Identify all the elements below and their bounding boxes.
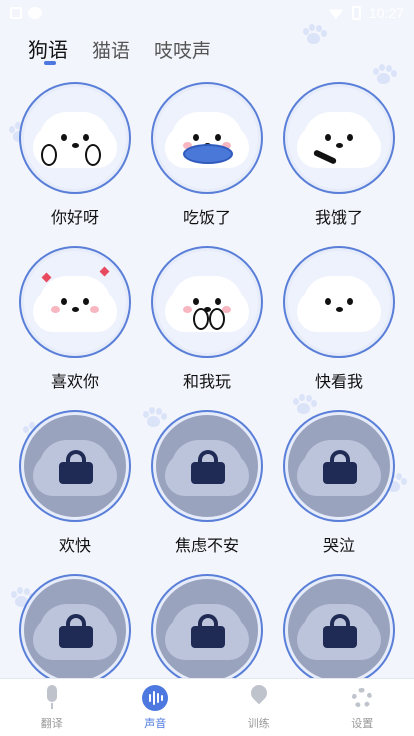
dog-avatar xyxy=(151,82,263,194)
dog-avatar xyxy=(19,82,131,194)
sound-label: 我饿了 xyxy=(314,208,363,227)
nav-label: 设置 xyxy=(351,716,374,730)
location-pin-icon xyxy=(246,681,272,711)
dog-avatar xyxy=(283,246,395,358)
active-tab-indicator xyxy=(44,61,56,65)
sound-item-hello[interactable]: 你好呀 xyxy=(15,82,135,228)
dog-avatar xyxy=(151,246,263,358)
tab-label: 猫语 xyxy=(92,40,131,62)
dog-paw-icon xyxy=(85,144,101,166)
sound-item-like-you[interactable]: 喜欢你 xyxy=(15,246,135,392)
sound-item-hungry[interactable]: 我饿了 xyxy=(279,82,399,228)
app-paw-icon xyxy=(28,7,42,19)
notification-icon xyxy=(10,7,22,19)
lock-icon xyxy=(59,614,93,648)
sound-item-locked[interactable] xyxy=(15,574,135,686)
dog-avatar xyxy=(19,574,131,686)
lock-icon xyxy=(323,450,357,484)
sound-item-locked[interactable] xyxy=(147,574,267,686)
dog-avatar xyxy=(283,82,395,194)
status-bar: 10:27 xyxy=(0,0,414,26)
sound-item-locked[interactable] xyxy=(279,574,399,686)
food-bowl-icon xyxy=(183,144,233,164)
sound-label: 你好呀 xyxy=(50,208,99,227)
dog-avatar xyxy=(19,246,131,358)
tab-label: 吱吱声 xyxy=(154,40,212,62)
sound-label: 欢快 xyxy=(58,536,91,555)
tab-dog[interactable]: 狗语 xyxy=(28,34,68,65)
lock-icon xyxy=(191,614,225,648)
tab-squeak[interactable]: 吱吱声 xyxy=(154,36,211,63)
dog-paw-icon xyxy=(193,308,209,330)
microphone-icon xyxy=(39,684,65,711)
sound-wave-icon xyxy=(142,684,169,711)
sound-label: 吃饭了 xyxy=(182,208,231,227)
nav-label: 训练 xyxy=(247,716,270,730)
nav-settings[interactable]: 设置 xyxy=(311,679,414,736)
nav-label: 声音 xyxy=(144,716,167,730)
sound-item-eat[interactable]: 吃饭了 xyxy=(147,82,267,228)
nav-training[interactable]: 训练 xyxy=(207,679,311,736)
nav-translate[interactable]: 翻译 xyxy=(0,679,104,736)
sound-label: 和我玩 xyxy=(182,372,231,391)
sound-item-cheerful[interactable]: 欢快 xyxy=(15,410,135,556)
lock-icon xyxy=(59,450,93,484)
sound-item-play[interactable]: 和我玩 xyxy=(147,246,267,392)
tab-cat[interactable]: 猫语 xyxy=(92,36,130,63)
status-time: 10:27 xyxy=(368,5,404,21)
dog-paw-icon xyxy=(41,144,57,166)
bottom-navigation: 翻译 声音 训练 设置 xyxy=(0,678,414,736)
gear-icon xyxy=(349,685,375,711)
nav-sound[interactable]: 声音 xyxy=(104,679,208,736)
dog-avatar xyxy=(283,574,395,686)
sound-label: 哭泣 xyxy=(322,536,355,555)
sound-label: 喜欢你 xyxy=(50,372,99,391)
dog-avatar xyxy=(151,410,263,522)
sound-item-look-at-me[interactable]: 快看我 xyxy=(279,246,399,392)
sound-label: 焦虑不安 xyxy=(174,536,239,555)
lock-icon xyxy=(323,614,357,648)
sound-label: 快看我 xyxy=(314,372,363,391)
lock-icon xyxy=(191,450,225,484)
nav-label: 翻译 xyxy=(40,716,63,730)
dog-avatar xyxy=(283,410,395,522)
sound-item-crying[interactable]: 哭泣 xyxy=(279,410,399,556)
dog-avatar xyxy=(19,410,131,522)
tab-label: 狗语 xyxy=(28,38,68,62)
category-tabs: 狗语 猫语 吱吱声 xyxy=(28,34,211,65)
wifi-icon xyxy=(327,9,344,19)
dog-avatar xyxy=(151,574,263,686)
battery-icon xyxy=(351,6,361,20)
sound-item-anxious[interactable]: 焦虑不安 xyxy=(147,410,267,556)
dog-paw-icon xyxy=(209,308,225,330)
